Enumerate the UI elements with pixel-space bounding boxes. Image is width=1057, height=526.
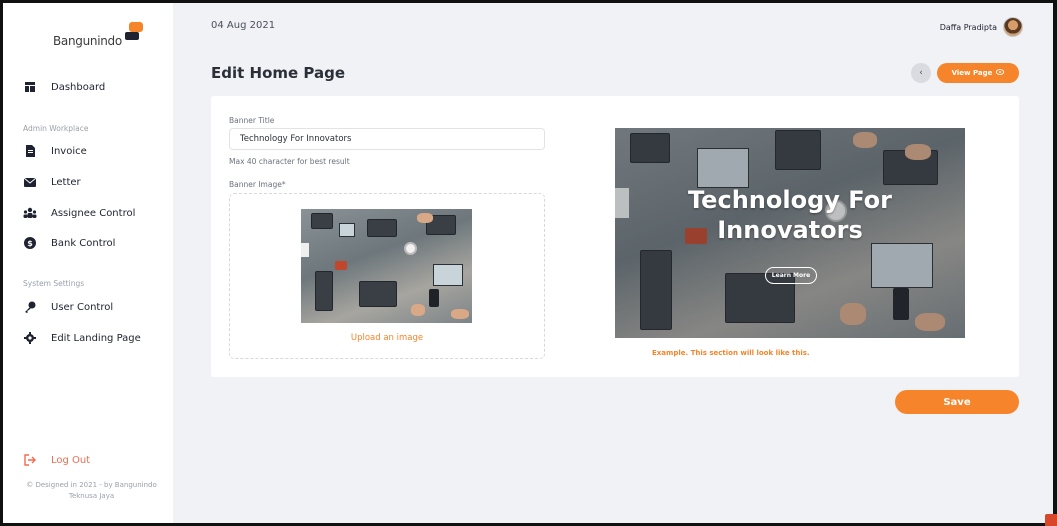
- window-frame: [0, 0, 1057, 526]
- corner-widget-icon[interactable]: [1045, 514, 1057, 526]
